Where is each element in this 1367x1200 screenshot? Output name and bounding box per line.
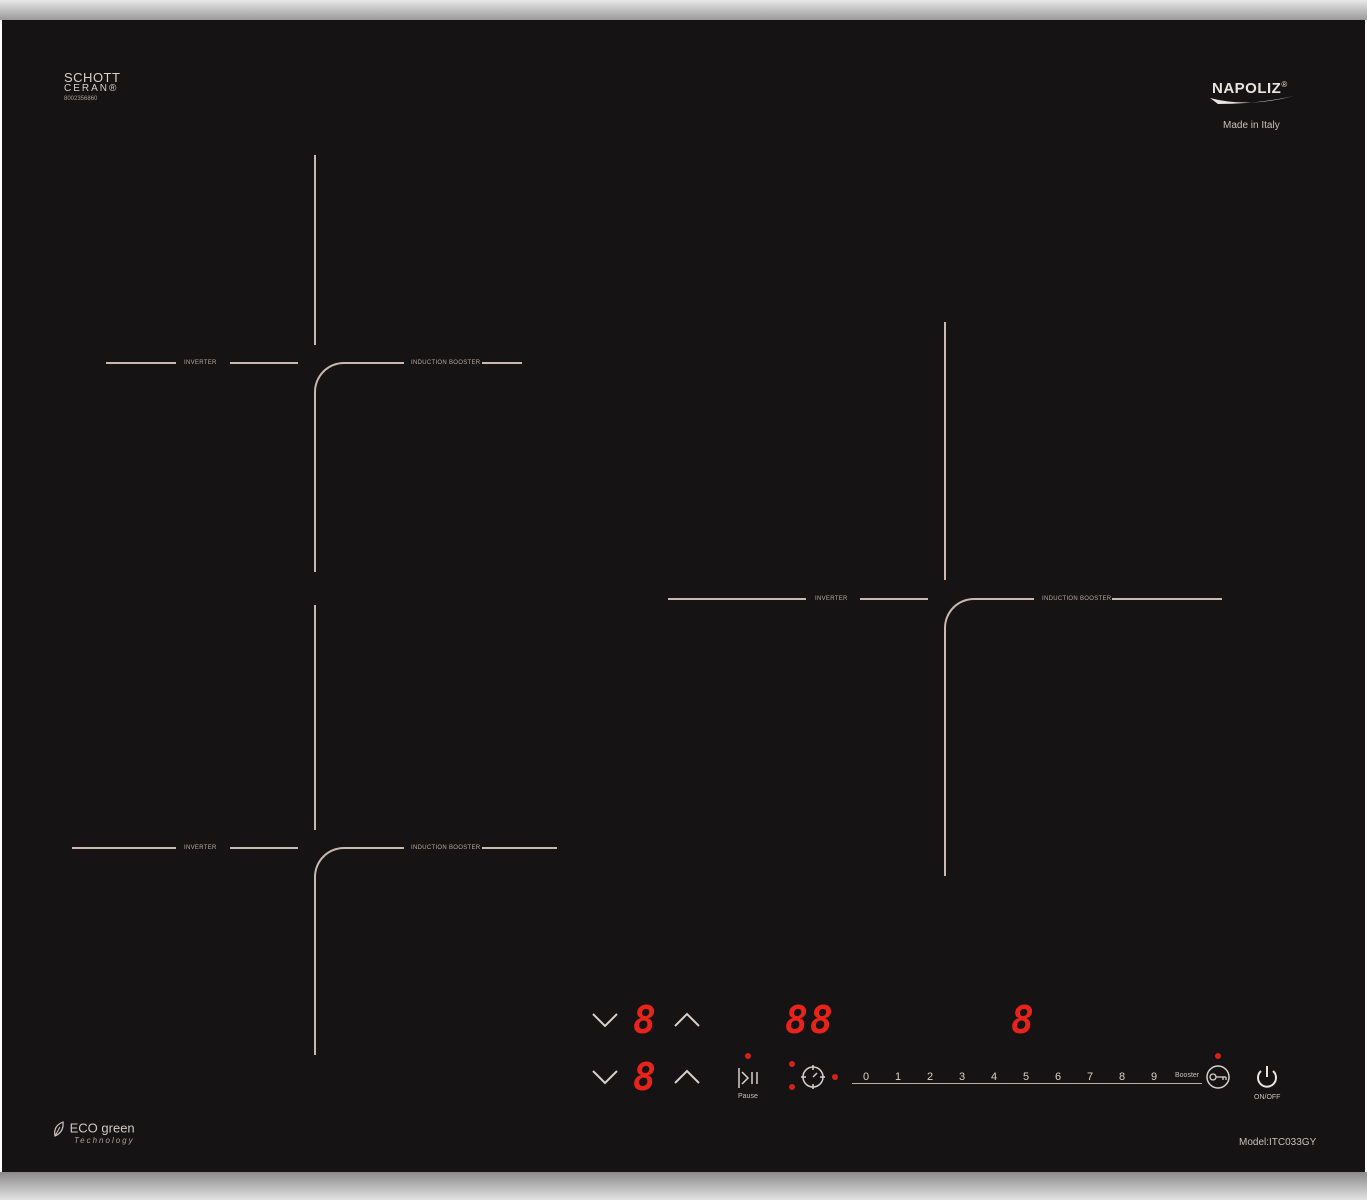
zone2-vertical-bottom bbox=[314, 877, 316, 1055]
made-in-italy: Made in Italy bbox=[1223, 120, 1280, 131]
timer-dot-right bbox=[832, 1074, 838, 1080]
zone3-line-left bbox=[668, 598, 806, 600]
power-icon[interactable] bbox=[1255, 1064, 1279, 1090]
slider-level-7[interactable]: 7 bbox=[1083, 1071, 1097, 1083]
zone1-line-right-b bbox=[482, 362, 522, 364]
zone-bottom-display: 8 bbox=[633, 1055, 656, 1099]
model-number: Model:ITC033GY bbox=[1239, 1137, 1317, 1148]
lock-indicator-dot bbox=[1215, 1053, 1221, 1059]
zone1-vertical-bottom bbox=[314, 392, 316, 572]
slider-level-3[interactable]: 3 bbox=[955, 1071, 969, 1083]
chevron-up-icon[interactable] bbox=[671, 1010, 703, 1030]
zone-top-display: 8 bbox=[633, 998, 656, 1042]
onoff-label: ON/OFF bbox=[1254, 1094, 1281, 1101]
booster-label[interactable]: Booster bbox=[1175, 1072, 1199, 1079]
eco-title: ECO green bbox=[69, 1120, 135, 1136]
zone2-vertical-top bbox=[314, 605, 316, 830]
eco-subtitle: Technology bbox=[74, 1136, 135, 1145]
zone3-line-mid bbox=[860, 598, 928, 600]
slider-level-6[interactable]: 6 bbox=[1051, 1071, 1065, 1083]
slider-level-9[interactable]: 9 bbox=[1147, 1071, 1161, 1083]
slider-track bbox=[852, 1083, 1202, 1084]
zone1-line-left bbox=[106, 362, 176, 364]
cooktop-glass bbox=[2, 20, 1365, 1173]
slider-level-8[interactable]: 8 bbox=[1115, 1071, 1129, 1083]
zone1-inverter-label: INVERTER bbox=[184, 360, 217, 366]
timer-dot-top bbox=[789, 1061, 795, 1067]
zone1-line-right-a bbox=[344, 362, 404, 364]
schott-ceran-logo: SCHOTT CERAN® 8002356860 bbox=[64, 70, 121, 102]
chevron-up-icon[interactable] bbox=[671, 1067, 703, 1087]
zone3-vertical-bottom bbox=[944, 628, 946, 876]
chevron-down-icon[interactable] bbox=[589, 1010, 621, 1030]
slider-level-2[interactable]: 2 bbox=[923, 1071, 937, 1083]
slider-level-5[interactable]: 5 bbox=[1019, 1071, 1033, 1083]
pause-indicator-dot bbox=[745, 1053, 751, 1059]
zone2-line-right-b bbox=[482, 847, 557, 849]
timer-dot-bottom bbox=[789, 1084, 795, 1090]
zone3-line-right-a bbox=[974, 598, 1034, 600]
slider-level-0[interactable]: 0 bbox=[859, 1071, 873, 1083]
zone3-booster-label: INDUCTION BOOSTER bbox=[1042, 596, 1112, 602]
slider-level-1[interactable]: 1 bbox=[891, 1071, 905, 1083]
pause-icon[interactable] bbox=[736, 1066, 762, 1090]
zone2-line-right-a bbox=[344, 847, 404, 849]
chevron-down-icon[interactable] bbox=[589, 1067, 621, 1087]
leaf-icon bbox=[54, 1121, 64, 1137]
napoliz-logo: NAPOLIZ® bbox=[1210, 80, 1294, 104]
zone1-line-mid bbox=[230, 362, 298, 364]
power-level-display: 8 bbox=[1011, 998, 1034, 1042]
zone3-vertical-top bbox=[944, 322, 946, 580]
zone2-line-left bbox=[72, 847, 176, 849]
frame-bottom-edge bbox=[0, 1172, 1367, 1200]
zone2-inverter-label: INVERTER bbox=[184, 845, 217, 851]
key-lock-icon[interactable] bbox=[1205, 1064, 1233, 1090]
timer-display: 88 bbox=[785, 998, 835, 1042]
slider-level-4[interactable]: 4 bbox=[987, 1071, 1001, 1083]
pause-label: Pause bbox=[738, 1093, 758, 1100]
zone2-line-mid bbox=[230, 847, 298, 849]
zone2-booster-label: INDUCTION BOOSTER bbox=[411, 845, 481, 851]
zone3-line-right-b bbox=[1112, 598, 1222, 600]
napoliz-swoosh bbox=[1210, 96, 1294, 104]
zone1-vertical-top bbox=[314, 155, 316, 345]
zone1-booster-label: INDUCTION BOOSTER bbox=[411, 360, 481, 366]
frame-top-edge bbox=[0, 0, 1367, 20]
eco-green-badge: ECO green Technology bbox=[52, 1120, 135, 1145]
zone3-inverter-label: INVERTER bbox=[815, 596, 848, 602]
timer-icon[interactable] bbox=[800, 1064, 826, 1090]
